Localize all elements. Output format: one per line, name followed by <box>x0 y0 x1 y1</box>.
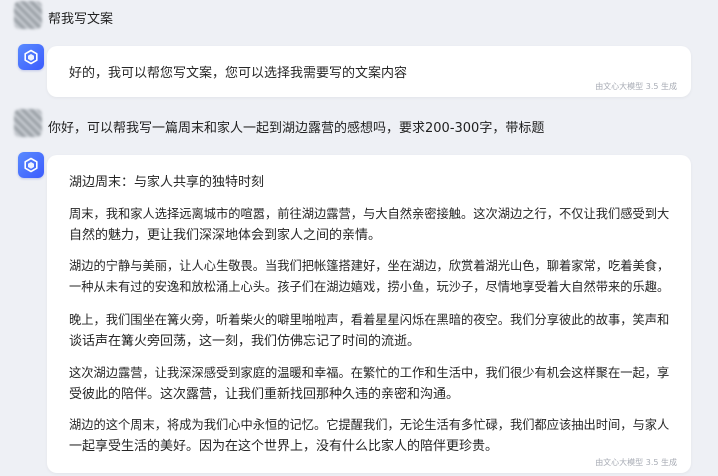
user-avatar <box>14 109 42 137</box>
bot-avatar <box>18 44 44 70</box>
article-paragraph-3-line-2: 谈话声在篝火旁回荡，这一刻，我们仿佛忘记了时间的流逝。 <box>69 334 421 349</box>
article-paragraph-1-line-2: 自然的魅力，更让我们深深地体会到家人之间的亲情。 <box>69 228 382 243</box>
article-paragraph-5-line-1: 湖边的这个周末，将成为我们心中永恒的记忆。它提醒我们，无论生活有多忙碌，我们都应… <box>69 418 670 432</box>
article-paragraph-2-line-2: 一种从未有过的安逸和放松涌上心头。孩子们在湖边嬉戏，捞小鱼，玩沙子，尽情地享受着… <box>69 280 670 294</box>
user-message-1: 帮我写文案 <box>48 12 114 27</box>
article-paragraph-4-line-2: 受彼此的陪伴。这次露营，让我们重新找回那种久违的亲密和沟通。 <box>69 387 460 402</box>
article-paragraph-2-line-1: 湖边的宁静与美丽，让人心生敬畏。当我们把帐篷搭建好，坐在湖边，欣赏着湖光山色，聊… <box>69 259 670 273</box>
cube-icon <box>24 49 38 65</box>
article-paragraph-1-line-1: 周末，我和家人选择远离城市的喧嚣，前往湖边露营，与大自然亲密接触。这次湖边之行，… <box>69 207 670 221</box>
article-paragraph-5-line-2: 一起享受生活的美好。因为在这个世界上，没有什么比家人的陪伴更珍贵。 <box>69 439 499 454</box>
model-footer-2: 由文心大模型 3.5 生成 <box>595 458 677 467</box>
cube-icon <box>24 157 38 173</box>
bot-message-2: 湖边周末：与家人共享的独特时刻 周末，我和家人选择远离城市的喧嚣，前往湖边露营，… <box>47 155 691 473</box>
article-paragraph-4-line-1: 这次湖边露营，让我深深感受到家庭的温暖和幸福。在繁忙的工作和生活中，我们很少有机… <box>69 366 670 380</box>
bot-avatar <box>18 152 44 178</box>
model-footer-1: 由文心大模型 3.5 生成 <box>595 82 677 91</box>
user-avatar <box>14 1 42 29</box>
article-title: 湖边周末：与家人共享的独特时刻 <box>69 175 265 190</box>
article-paragraph-3-line-1: 晚上，我们围坐在篝火旁，听着柴火的噼里啪啦声，看着星星闪烁在黑暗的夜空。我们分享… <box>69 313 670 327</box>
bot-message-1-text: 好的，我可以帮您写文案，您可以选择我需要写的文案内容 <box>69 66 408 81</box>
user-message-2: 你好，可以帮我写一篇周末和家人一起到湖边露营的感想吗，要求200-300字，带标… <box>48 121 545 136</box>
bot-message-1: 好的，我可以帮您写文案，您可以选择我需要写的文案内容 由文心大模型 3.5 生成 <box>47 46 691 97</box>
